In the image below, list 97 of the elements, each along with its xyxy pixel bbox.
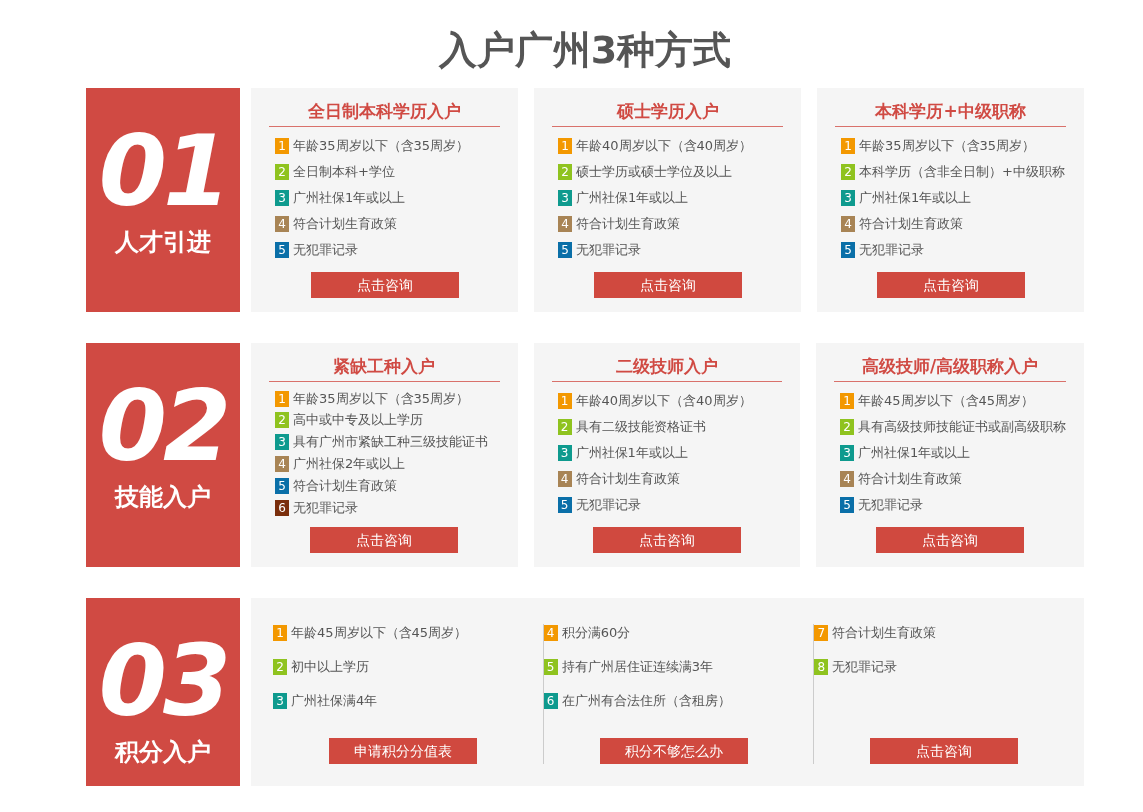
consult-button[interactable]: 积分不够怎么办 xyxy=(599,737,748,764)
number-badge: 8 xyxy=(814,658,829,675)
number-badge: 2 xyxy=(275,412,289,429)
consult-button[interactable]: 申请积分分值表 xyxy=(328,737,477,764)
number-badge: 2 xyxy=(840,418,854,435)
consult-button[interactable]: 点击咨询 xyxy=(592,526,741,553)
requirement-text: 在广州有合法住所（含租房） xyxy=(561,691,731,710)
requirement-text: 符合计划生育政策 xyxy=(858,470,962,489)
requirement-text: 积分满60分 xyxy=(561,623,631,642)
requirement-text: 广州社保满4年 xyxy=(291,691,378,710)
requirement-text: 无犯罪记录 xyxy=(858,496,923,515)
category-label: 技能入户 xyxy=(115,481,211,513)
requirement-text: 具有高级技师技能证书或副高级职称 xyxy=(858,417,1066,436)
number-badge: 5 xyxy=(275,242,289,259)
requirement-text: 年龄45周岁以下（含45周岁） xyxy=(291,623,468,642)
number-badge: 3 xyxy=(275,434,289,451)
number-badge: 3 xyxy=(273,692,287,709)
number-badge: 1 xyxy=(275,137,289,154)
number-badge: 1 xyxy=(557,392,572,409)
number-badge: 5 xyxy=(558,242,572,259)
number-badge: 4 xyxy=(275,456,289,472)
requirement-text: 广州社保1年或以上 xyxy=(575,444,688,463)
card-title: 全日制本科学历入户 xyxy=(269,97,500,127)
requirement-text: 符合计划生育政策 xyxy=(859,215,963,234)
requirement-text: 持有广州居住证连续满3年 xyxy=(561,657,713,676)
requirement-text: 符合计划生育政策 xyxy=(832,623,937,642)
number-badge: 1 xyxy=(275,390,289,407)
number-badge: 3 xyxy=(558,190,572,207)
consult-button[interactable]: 点击咨询 xyxy=(876,526,1024,553)
requirement-text: 广州社保2年或以上 xyxy=(293,455,406,473)
requirement-text: 具有广州市紧缺工种三级技能证书 xyxy=(293,433,488,452)
number-badge: 4 xyxy=(275,216,289,233)
number-badge: 3 xyxy=(840,445,854,462)
requirement-text: 无犯罪记录 xyxy=(293,241,358,260)
number-badge: 4 xyxy=(557,471,572,488)
number-badge: 4 xyxy=(840,471,854,488)
requirement-text: 初中以上学历 xyxy=(291,657,369,676)
number-badge: 1 xyxy=(840,392,854,409)
card-title: 二级技师入户 xyxy=(551,352,782,382)
number-badge: 3 xyxy=(841,190,855,207)
card-title: 硕士学历入户 xyxy=(552,97,783,127)
requirement-text: 广州社保1年或以上 xyxy=(293,189,406,208)
consult-button[interactable]: 点击咨询 xyxy=(310,526,459,553)
number-badge: 1 xyxy=(558,137,572,154)
requirement-text: 无犯罪记录 xyxy=(832,657,898,676)
card-title: 高级技师/高级职称入户 xyxy=(834,352,1066,382)
requirement-text: 符合计划生育政策 xyxy=(293,215,397,234)
category-label: 人才引进 xyxy=(115,226,211,258)
requirement-text: 无犯罪记录 xyxy=(859,241,924,260)
number-badge: 2 xyxy=(558,163,572,180)
card-title: 本科学历+中级职称 xyxy=(835,97,1066,127)
number-badge: 5 xyxy=(840,497,854,514)
number-badge: 3 xyxy=(557,445,572,462)
requirement-text: 年龄45周岁以下（含45周岁） xyxy=(858,391,1035,410)
number-badge: 2 xyxy=(557,418,572,435)
category-label: 积分入户 xyxy=(115,736,211,768)
requirement-text: 年龄35周岁以下（含35周岁） xyxy=(293,136,470,155)
number-badge: 3 xyxy=(275,190,289,207)
number-badge: 4 xyxy=(841,216,855,233)
number-badge: 2 xyxy=(275,163,289,180)
requirement-text: 广州社保1年或以上 xyxy=(858,444,971,463)
consult-button[interactable]: 点击咨询 xyxy=(593,271,742,298)
requirement-text: 符合计划生育政策 xyxy=(575,470,680,489)
number-badge: 7 xyxy=(814,624,829,641)
number-badge: 2 xyxy=(273,658,287,675)
consult-button[interactable]: 点击咨询 xyxy=(310,271,459,298)
number-badge: 5 xyxy=(557,497,572,514)
number-badge: 5 xyxy=(841,242,855,259)
requirement-text: 高中或中专及以上学历 xyxy=(293,411,423,430)
requirement-text: 符合计划生育政策 xyxy=(293,476,397,495)
number-badge: 1 xyxy=(273,624,287,641)
consult-button[interactable]: 点击咨询 xyxy=(876,271,1025,298)
number-badge: 5 xyxy=(275,477,289,494)
requirement-text: 年龄40周岁以下（含40周岁） xyxy=(575,391,752,410)
number-badge: 1 xyxy=(841,137,855,154)
requirement-text: 年龄35周岁以下（含35周岁） xyxy=(859,136,1036,155)
requirement-text: 无犯罪记录 xyxy=(576,241,641,260)
number-badge: 2 xyxy=(841,163,855,180)
requirement-text: 符合计划生育政策 xyxy=(576,215,680,234)
requirement-text: 全日制本科+学位 xyxy=(293,162,395,181)
category-number: 01 xyxy=(98,121,228,220)
consult-button[interactable]: 点击咨询 xyxy=(870,737,1019,764)
requirement-text: 广州社保1年或以上 xyxy=(859,189,972,208)
requirement-text: 硕士学历或硕士学位及以上 xyxy=(576,162,732,181)
requirement-text: 本科学历（含非全日制）+中级职称 xyxy=(859,162,1065,181)
category-number: 03 xyxy=(98,631,228,730)
number-badge: 6 xyxy=(275,499,289,516)
card-title: 紧缺工种入户 xyxy=(269,352,500,382)
requirement-text: 年龄35周岁以下（含35周岁） xyxy=(293,389,470,408)
requirement-text: 广州社保1年或以上 xyxy=(576,189,689,208)
requirement-text: 年龄40周岁以下（含40周岁） xyxy=(576,136,753,155)
requirement-text: 无犯罪记录 xyxy=(575,496,641,515)
page-title: 入户广州3种方式 xyxy=(437,27,733,74)
number-badge: 4 xyxy=(558,216,572,233)
requirement-text: 无犯罪记录 xyxy=(293,498,358,517)
requirement-text: 具有二级技能资格证书 xyxy=(575,417,706,436)
category-number: 02 xyxy=(98,376,228,475)
